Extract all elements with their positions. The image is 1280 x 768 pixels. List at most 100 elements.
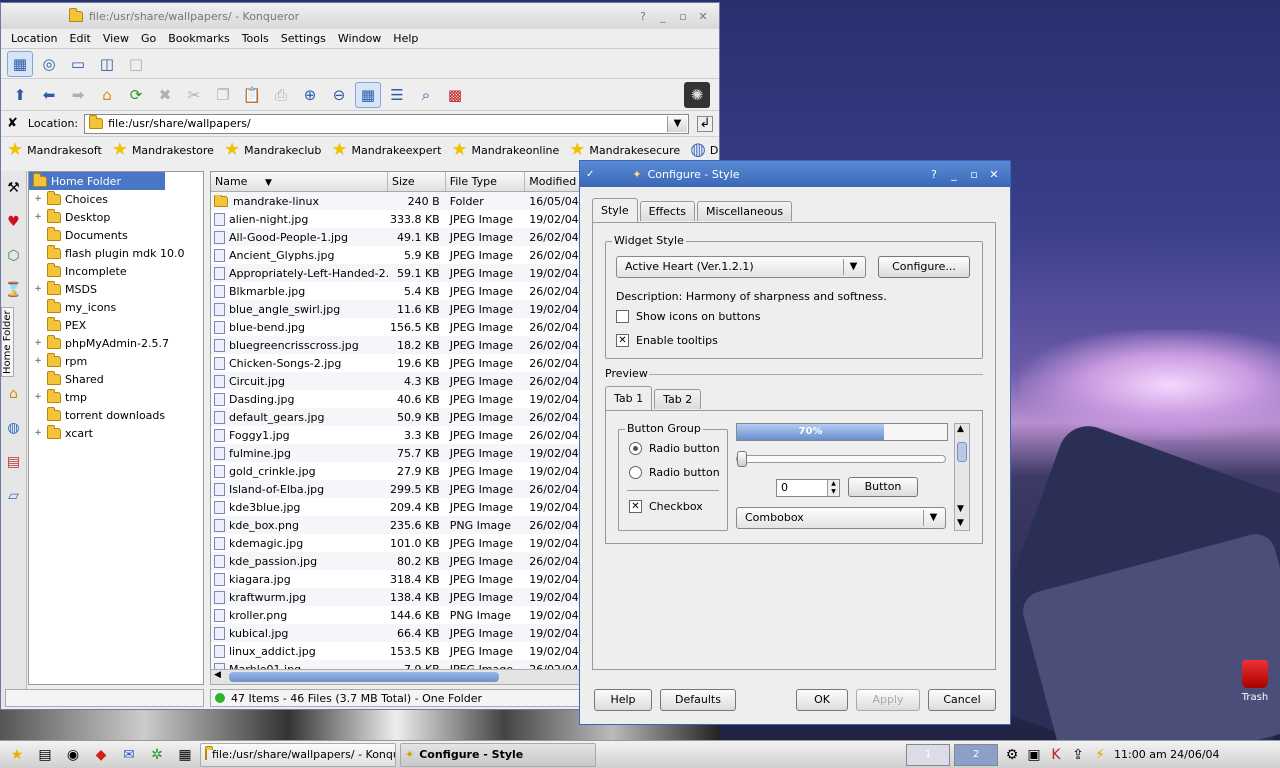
- menu-help[interactable]: Help: [393, 32, 418, 45]
- menu-location[interactable]: Location: [11, 32, 58, 45]
- expand-icon[interactable]: +: [33, 194, 43, 204]
- column-type[interactable]: File Type: [446, 172, 526, 191]
- bookmarks-heart-icon[interactable]: ♥: [1, 205, 26, 239]
- menu-icon[interactable]: ✓: [586, 169, 594, 180]
- split-horizontal-icon[interactable]: ▭: [65, 51, 91, 77]
- chevron-down-icon[interactable]: ▼: [667, 115, 687, 132]
- preview-vertical-scrollbar[interactable]: ▲ ▼ ▼: [954, 423, 970, 531]
- scroll-thumb[interactable]: [229, 672, 499, 682]
- close-button[interactable]: ✕: [693, 10, 713, 23]
- defaults-button[interactable]: Defaults: [660, 689, 736, 711]
- tree-item[interactable]: Home Folder: [29, 172, 165, 190]
- cancel-button[interactable]: Cancel: [928, 689, 996, 711]
- zoom-in-icon[interactable]: ⊕: [297, 82, 323, 108]
- menu-view[interactable]: View: [103, 32, 129, 45]
- radio-button-1[interactable]: Radio button: [629, 442, 720, 455]
- bookmark-mandrakestore[interactable]: ★ Mandrakestore: [112, 141, 214, 159]
- show-icons-checkbox[interactable]: Show icons on buttons: [616, 310, 760, 323]
- konqueror-gear-icon[interactable]: ✺: [684, 81, 710, 108]
- maximize-button[interactable]: ▫: [673, 10, 693, 23]
- preview-icon[interactable]: ◎: [36, 51, 62, 77]
- tree-item[interactable]: Incomplete: [29, 262, 203, 280]
- reload-icon[interactable]: ⟳: [123, 82, 149, 108]
- scroll-thumb[interactable]: [957, 442, 967, 462]
- file-row[interactable]: kraftwurm.jpg 138.4 KB JPEG Image 19/02/04: [211, 588, 579, 606]
- expand-icon[interactable]: +: [33, 428, 43, 438]
- preview-checkbox[interactable]: ✕ Checkbox: [629, 500, 703, 513]
- zoom-out-icon[interactable]: ⊖: [326, 82, 352, 108]
- file-row[interactable]: Island-of-Elba.jpg 299.5 KB JPEG Image 26/0…: [211, 480, 579, 498]
- root-folder-icon[interactable]: ▱: [1, 479, 26, 513]
- tree-item[interactable]: + Choices: [29, 190, 203, 208]
- history-icon[interactable]: ⌛: [1, 273, 26, 307]
- minimize-button[interactable]: _: [944, 168, 964, 181]
- up-icon[interactable]: ⬆: [7, 82, 33, 108]
- tray-update-icon[interactable]: ⇪: [1070, 744, 1086, 766]
- bookmark-mandrakesecure[interactable]: ★ Mandrakesecure: [569, 141, 680, 159]
- file-row[interactable]: Foggy1.jpg 3.3 KB JPEG Image 26/02/04: [211, 426, 579, 444]
- widget-style-combo[interactable]: Active Heart (Ver.1.2.1) ▼: [616, 256, 866, 278]
- tray-network-icon[interactable]: ⚙: [1004, 744, 1020, 766]
- task-configure-style[interactable]: ✦ Configure - Style: [400, 742, 596, 767]
- menu-bookmarks[interactable]: Bookmarks: [168, 32, 229, 45]
- terminal-icon[interactable]: ◉: [62, 744, 84, 766]
- desktop-pager-2[interactable]: 2: [954, 743, 998, 766]
- preview-tab-1[interactable]: Tab 1: [605, 386, 653, 410]
- tree-item[interactable]: PEX: [29, 316, 203, 334]
- menu-tools[interactable]: Tools: [242, 32, 269, 45]
- view-mode-icon[interactable]: ▦: [7, 50, 33, 77]
- konqueror-titlebar[interactable]: file:/usr/share/wallpapers/ - Konqueror …: [1, 3, 719, 29]
- location-input[interactable]: file:/usr/share/wallpapers/ ▼: [84, 113, 689, 134]
- tree-item[interactable]: + tmp: [29, 388, 203, 406]
- trash-desktop-icon[interactable]: Trash: [1234, 660, 1276, 703]
- back-icon[interactable]: ⬅: [36, 82, 62, 108]
- expand-icon[interactable]: +: [33, 392, 43, 402]
- expand-icon[interactable]: +: [33, 338, 43, 348]
- tray-power-icon[interactable]: ⚡: [1092, 744, 1108, 766]
- bookmark-mandrakeexpert[interactable]: ★ Mandrakeexpert: [331, 141, 441, 159]
- scroll-down-icon[interactable]: ▼: [957, 518, 964, 528]
- home-icon[interactable]: ⌂: [94, 82, 120, 108]
- file-row[interactable]: kde_box.png 235.6 KB PNG Image 26/02/04: [211, 516, 579, 534]
- go-icon[interactable]: ↲: [697, 115, 713, 132]
- apply-button[interactable]: Apply: [856, 689, 920, 711]
- devices-icon[interactable]: ⬡: [1, 239, 26, 273]
- blank-window-icon[interactable]: □: [123, 51, 149, 77]
- forward-icon[interactable]: ➡: [65, 82, 91, 108]
- tree-item[interactable]: Shared: [29, 370, 203, 388]
- file-row[interactable]: kiagara.jpg 318.4 KB JPEG Image 19/02/04: [211, 570, 579, 588]
- help-icon[interactable]: ?: [633, 10, 653, 23]
- tile-view-icon[interactable]: ▩: [442, 82, 468, 108]
- file-row[interactable]: Circuit.jpg 4.3 KB JPEG Image 26/02/04: [211, 372, 579, 390]
- tree-item[interactable]: + xcart: [29, 424, 203, 442]
- column-name[interactable]: Name ▼: [211, 172, 389, 191]
- file-row[interactable]: Appropriately-Left-Handed-2.jpg 59.1 KB JP…: [211, 264, 579, 282]
- copy-icon[interactable]: ❐: [210, 82, 236, 108]
- tree-item[interactable]: torrent downloads: [29, 406, 203, 424]
- menu-settings[interactable]: Settings: [281, 32, 326, 45]
- home-sidebar-icon[interactable]: ⌂: [1, 377, 26, 411]
- column-modified[interactable]: Modified: [525, 172, 579, 191]
- file-row[interactable]: Dasding.jpg 40.6 KB JPEG Image 19/02/04: [211, 390, 579, 408]
- scroll-left-icon[interactable]: ◀: [214, 670, 221, 680]
- scroll-down-icon[interactable]: ▼: [957, 504, 964, 514]
- split-vertical-icon[interactable]: ◫: [94, 51, 120, 77]
- file-row[interactable]: bluegreencrisscross.jpg 18.2 KB JPEG Image…: [211, 336, 579, 354]
- preview-button[interactable]: Button: [848, 477, 918, 497]
- close-button[interactable]: ✕: [984, 168, 1004, 181]
- file-row[interactable]: All-Good-People-1.jpg 49.1 KB JPEG Image 26…: [211, 228, 579, 246]
- expand-icon[interactable]: +: [33, 356, 43, 366]
- find-icon[interactable]: ⌕: [413, 82, 439, 108]
- menu-window[interactable]: Window: [338, 32, 381, 45]
- services-icon[interactable]: ▤: [1, 445, 26, 479]
- network-icon[interactable]: ◍: [1, 411, 26, 445]
- file-row[interactable]: kubical.jpg 66.4 KB JPEG Image 19/02/04: [211, 624, 579, 642]
- tab-style[interactable]: Style: [592, 198, 638, 222]
- sidebar-config-icon[interactable]: ⚒: [1, 171, 26, 205]
- paste-icon[interactable]: 📋: [239, 82, 265, 108]
- bookmark-mandrakesoft[interactable]: ★ Mandrakesoft: [7, 141, 102, 159]
- file-row[interactable]: Chicken-Songs-2.jpg 19.6 KB JPEG Image 26/0…: [211, 354, 579, 372]
- browser-icon[interactable]: ◆: [90, 744, 112, 766]
- bookmark-mandrakeonline[interactable]: ★ Mandrakeonline: [451, 141, 559, 159]
- file-row[interactable]: kde3blue.jpg 209.4 KB JPEG Image 19/02/04: [211, 498, 579, 516]
